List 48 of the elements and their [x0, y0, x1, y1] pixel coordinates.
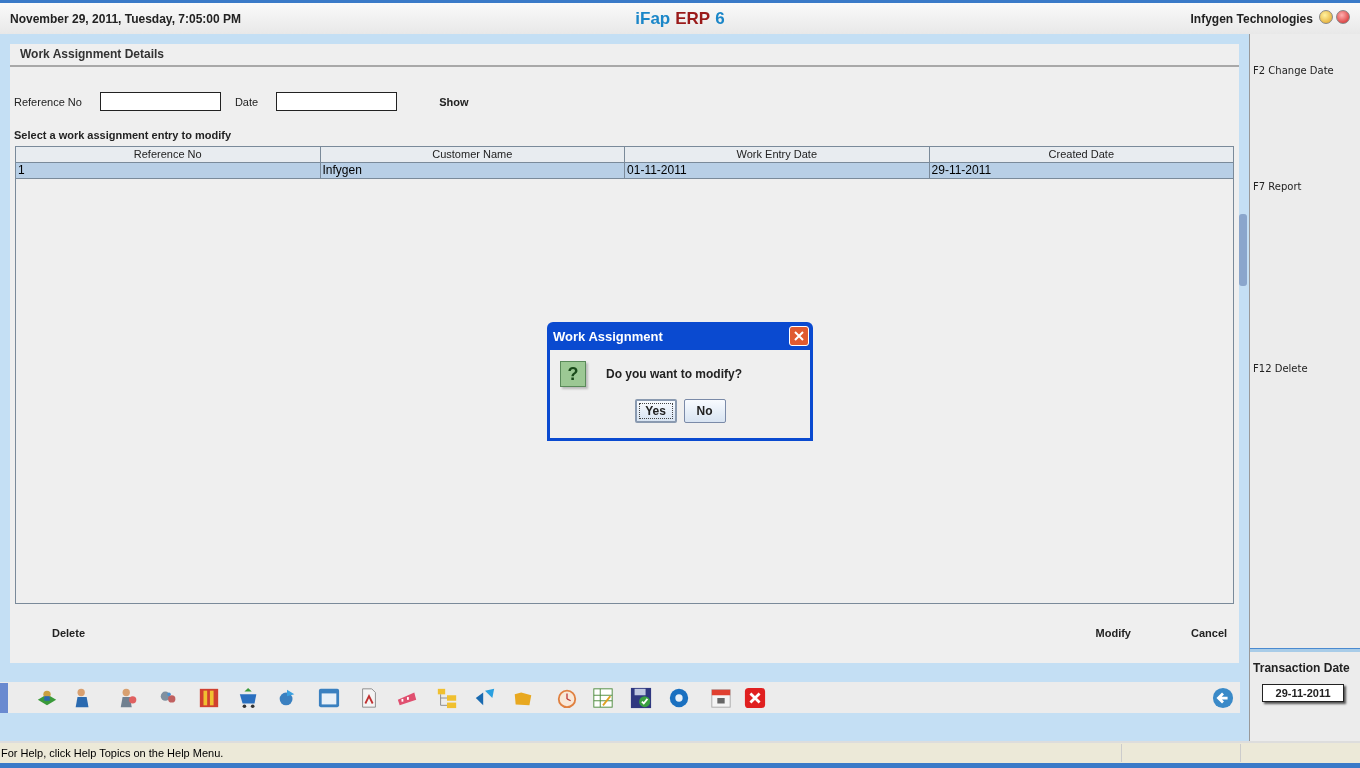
transaction-date-label: Transaction Date — [1253, 661, 1350, 675]
table-row[interactable]: 1 Infygen 01-11-2011 29-11-2011 — [16, 163, 1234, 179]
expand-handle[interactable] — [1239, 214, 1248, 286]
dialog-title: Work Assignment — [553, 328, 663, 344]
input-field[interactable] — [99, 92, 221, 111]
app-name: iFap — [635, 8, 671, 29]
input-field[interactable] — [276, 92, 398, 111]
collapse-handle[interactable] — [0, 682, 8, 713]
close-button[interactable] — [789, 326, 809, 346]
shortcut-label[interactable]: F12 Delete — [1253, 363, 1308, 374]
date-time: November 29, 2011, Tuesday, 7:05:00 PM — [10, 11, 242, 26]
table-cell: 1 — [16, 163, 321, 179]
transaction-date: 29-11-2011 — [1262, 684, 1345, 702]
product-name: ERP — [675, 8, 711, 29]
company-name: Infygen Technologies — [1190, 11, 1313, 26]
column-header[interactable]: Created Date — [929, 147, 1234, 163]
delete-button[interactable]: Delete — [52, 627, 86, 639]
version-number: 6 — [715, 8, 725, 29]
column-header[interactable]: Reference No — [16, 147, 321, 163]
close-icon[interactable] — [744, 686, 766, 709]
cabinet-icon[interactable] — [198, 686, 220, 709]
window-icon[interactable] — [318, 686, 340, 709]
calendar-icon[interactable] — [710, 686, 732, 709]
action-button[interactable]: Modify — [1095, 627, 1131, 639]
shortcut-label[interactable]: F7 Report — [1253, 181, 1302, 192]
dialog-button[interactable]: No — [683, 399, 726, 423]
question-icon: ? — [560, 361, 586, 387]
panel-title: Work Assignment Details — [10, 44, 1240, 67]
column-header[interactable]: Customer Name — [320, 147, 626, 163]
spreadsheet-icon[interactable] — [592, 686, 614, 709]
table-cell: 01-11-2011 — [625, 163, 930, 179]
settings-icon[interactable] — [668, 686, 690, 709]
minimize-icon[interactable] — [1319, 9, 1333, 24]
instruction-text: Select a work assignment entry to modify — [13, 128, 232, 143]
folder-tree-icon[interactable] — [436, 686, 458, 709]
status-text: For Help, click Help Topics on the Help Menu. — [0, 747, 225, 759]
x-icon — [794, 331, 804, 341]
shortcut-label[interactable]: F2 Change Date — [1253, 65, 1334, 76]
action-button[interactable]: Cancel — [1191, 627, 1228, 639]
table-cell: Infygen — [320, 163, 626, 179]
field-label: Date — [234, 95, 259, 108]
column-header[interactable]: Work Entry Date — [625, 147, 930, 163]
dialog-button[interactable]: Yes — [634, 399, 677, 423]
dialog-message: Do you want to modify? — [606, 367, 742, 381]
close-icon[interactable] — [1336, 9, 1350, 24]
field-label: Reference No — [14, 95, 82, 108]
show-button[interactable]: Show — [439, 95, 469, 108]
table-cell: 29-11-2011 — [929, 163, 1234, 179]
